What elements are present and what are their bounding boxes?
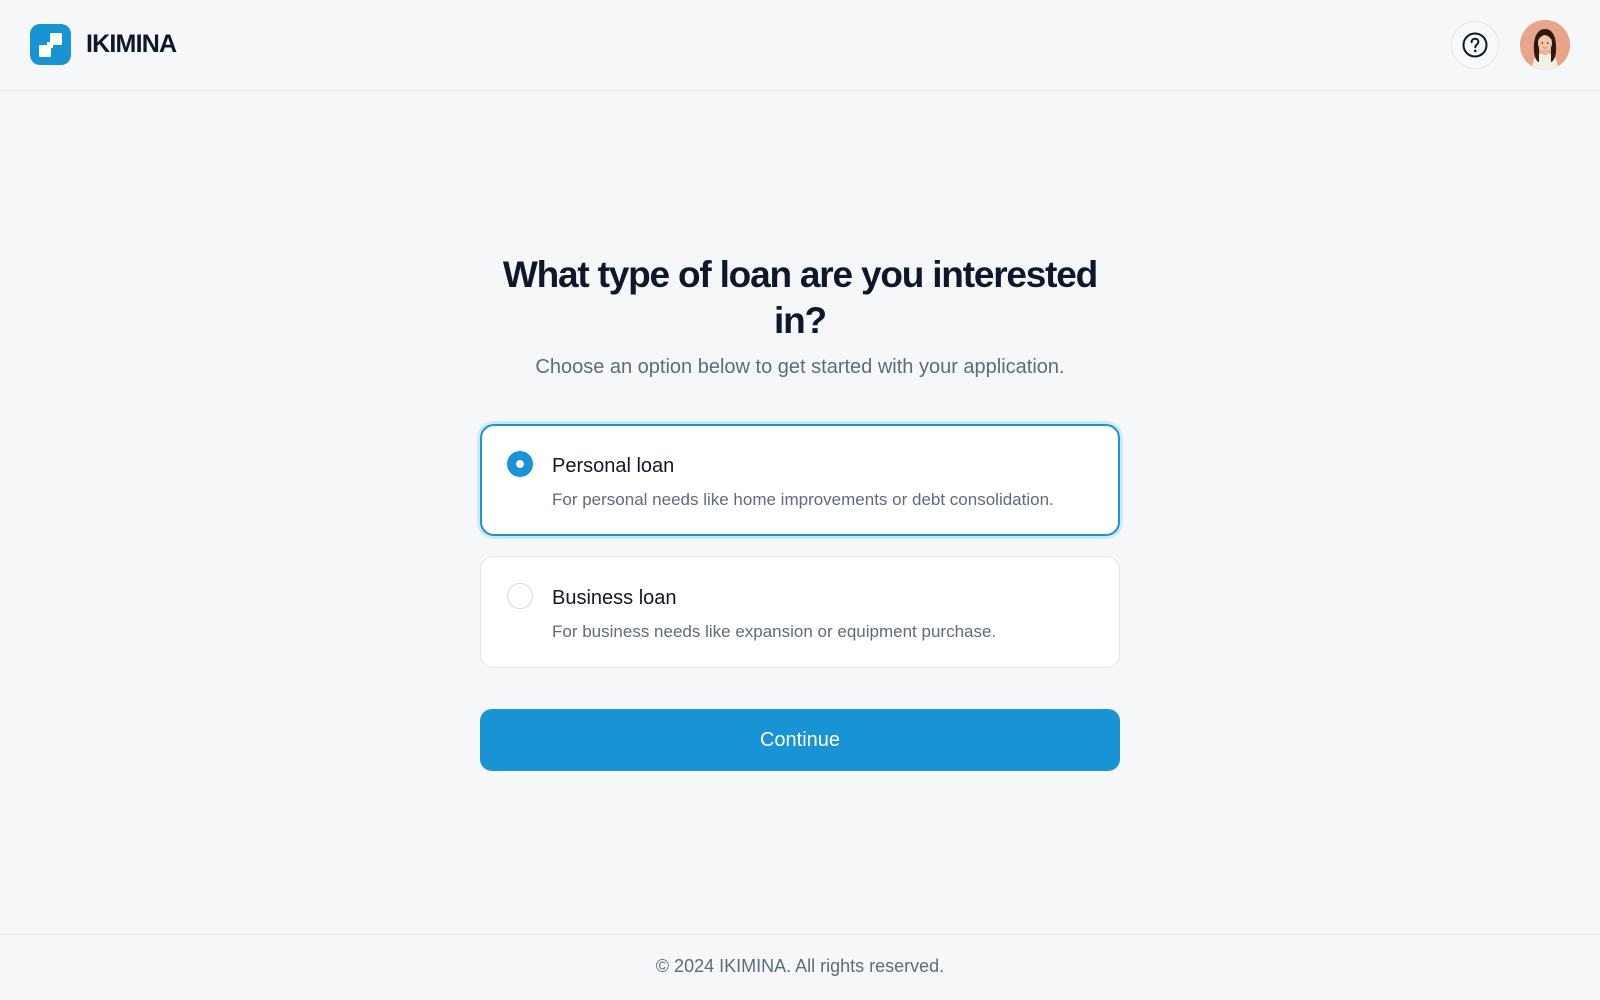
option-business-loan[interactable]: Business loan For business needs like ex… — [480, 556, 1120, 668]
copyright-text: © 2024 IKIMINA. All rights reserved. — [655, 956, 945, 976]
option-description: For personal needs like home improvement… — [552, 490, 1054, 509]
option-personal-loan[interactable]: Personal loan For personal needs like ho… — [480, 424, 1120, 536]
option-description: For business needs like expansion or equ… — [552, 622, 997, 641]
ikimina-logo-icon — [30, 24, 71, 65]
brand-logo[interactable]: IKIMINA — [30, 24, 177, 65]
page-subtitle: Choose an option below to get started wi… — [535, 356, 1065, 378]
page-title: What type of loan are you interested in? — [502, 254, 1098, 341]
top-bar: IKIMINA — [0, 0, 1600, 91]
radio-personal-loan[interactable] — [507, 451, 533, 477]
user-avatar[interactable] — [1520, 20, 1570, 70]
help-button[interactable] — [1451, 21, 1499, 69]
option-label: Business loan — [552, 587, 677, 609]
option-label: Personal loan — [552, 455, 675, 477]
footer: © 2024 IKIMINA. All rights reserved. — [0, 934, 1600, 1000]
question-circle-icon — [1462, 32, 1488, 58]
continue-button[interactable]: Continue — [480, 709, 1120, 771]
brand-name: IKIMINA — [86, 30, 177, 58]
radio-business-loan[interactable] — [507, 583, 533, 609]
